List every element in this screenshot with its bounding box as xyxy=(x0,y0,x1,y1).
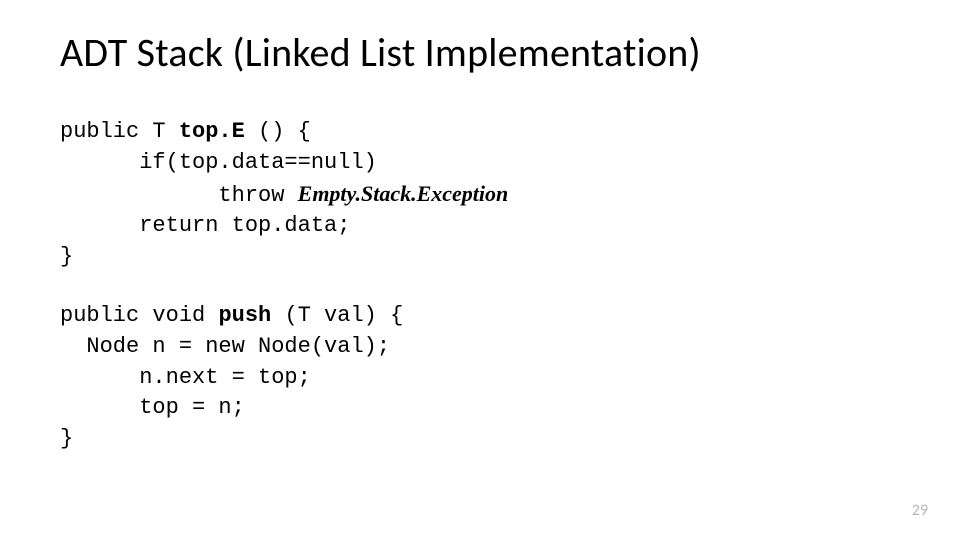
method-name-topE: top.E xyxy=(179,119,245,144)
code-block-push: public void push (T val) { Node n = new … xyxy=(60,301,900,455)
page-title: ADT Stack (Linked List Implementation) xyxy=(60,28,900,77)
page-number: 29 xyxy=(912,501,928,520)
code-line: public T xyxy=(60,119,179,144)
code-line: n.next = top; xyxy=(60,365,311,390)
code-line: throw xyxy=(60,183,298,208)
code-block-top: public T top.E () { if(top.data==null) t… xyxy=(60,117,900,273)
code-line: } xyxy=(60,244,73,269)
code-line: (T val) { xyxy=(271,303,403,328)
code-line: top = n; xyxy=(60,395,245,420)
code-line: () { xyxy=(245,119,311,144)
code-line: } xyxy=(60,426,73,451)
code-line: Node n = new Node(val); xyxy=(60,334,390,359)
slide: ADT Stack (Linked List Implementation) p… xyxy=(0,0,960,540)
code-line: if(top.data==null) xyxy=(60,150,377,175)
spacer xyxy=(60,273,900,301)
exception-name: Empty.Stack.Exception xyxy=(298,181,509,206)
method-name-push: push xyxy=(218,303,271,328)
code-line: public void xyxy=(60,303,218,328)
code-line: return top.data; xyxy=(60,213,350,238)
